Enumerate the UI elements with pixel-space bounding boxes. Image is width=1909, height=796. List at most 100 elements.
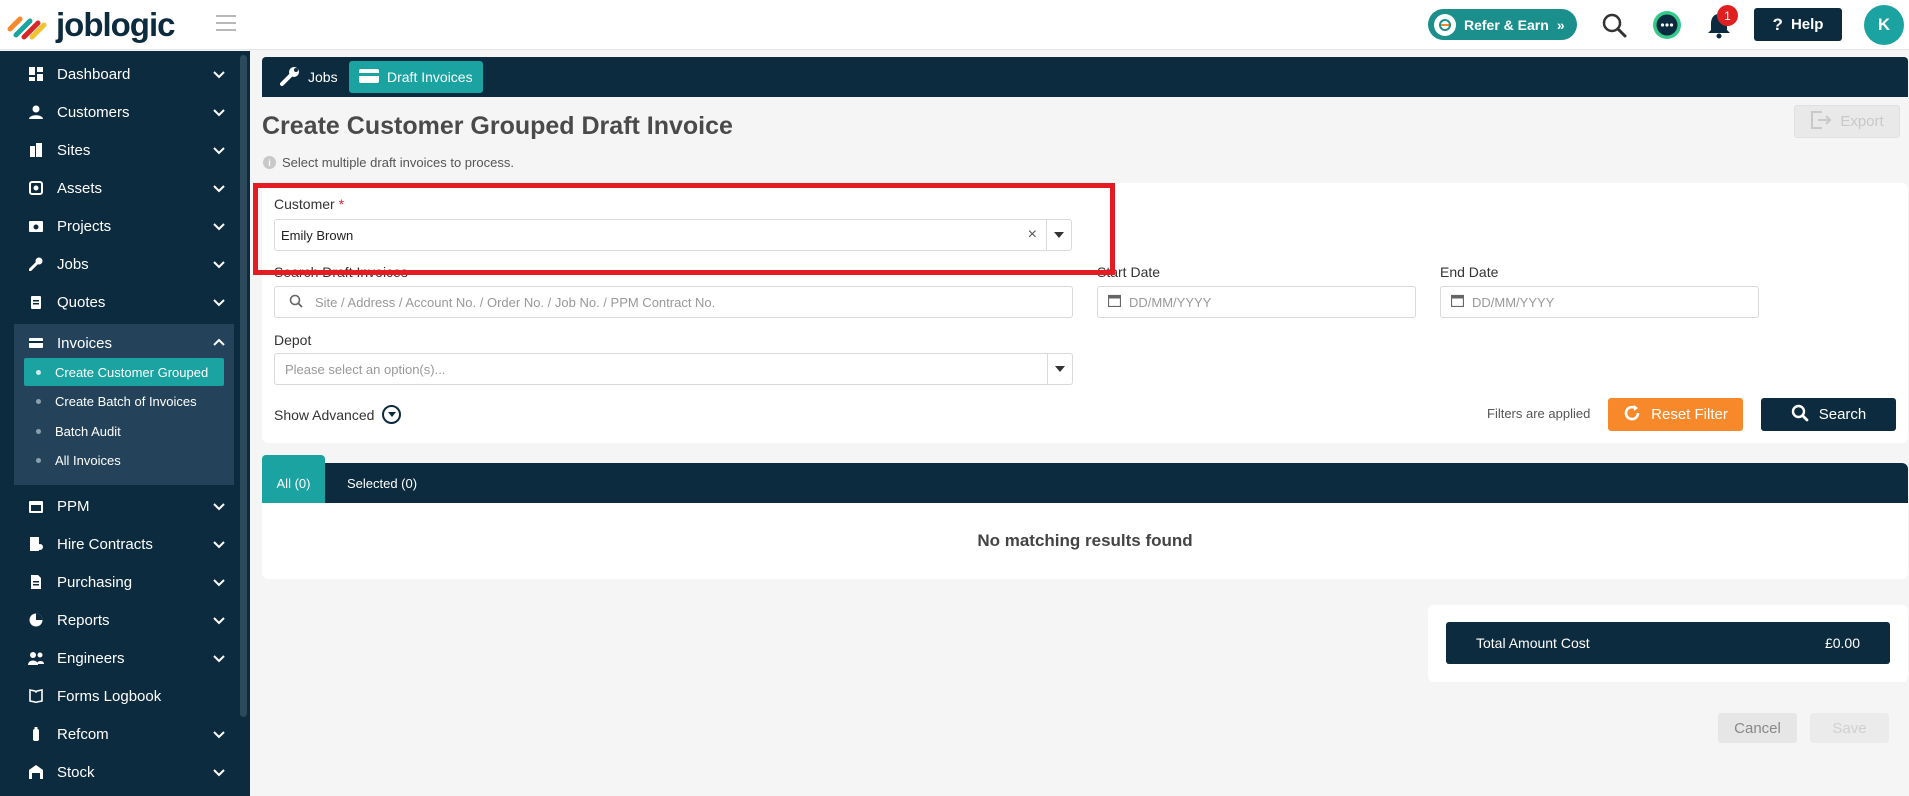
chevron-down-icon[interactable] (1047, 354, 1072, 384)
sidebar-item-stock[interactable]: Stock (0, 753, 235, 791)
brand-name: joblogic (56, 6, 175, 43)
export-label: Export (1840, 113, 1884, 130)
wrench-icon (280, 66, 300, 89)
calendar-icon (28, 498, 44, 514)
total-amount-bar: Total Amount Cost £0.00 (1446, 622, 1890, 664)
bullet-icon (36, 457, 41, 463)
sidebar-item-hire-contracts[interactable]: Hire Contracts (0, 525, 235, 563)
sidebar-item-ppm[interactable]: PPM (0, 487, 235, 525)
export-button[interactable]: Export (1794, 105, 1900, 138)
end-date-input[interactable]: DD/MM/YYYY (1440, 286, 1759, 318)
chevron-down-icon (213, 731, 225, 739)
top-bar: joblogic Refer & Earn » 1 ? Help K (0, 0, 1909, 50)
sidebar-item-label: PPM (57, 497, 90, 515)
bullet-icon (36, 428, 41, 434)
sidebar-item-refcom[interactable]: Refcom (0, 715, 235, 753)
search-button[interactable]: Search (1761, 398, 1896, 431)
sidebar-item-forms-logbook[interactable]: Forms Logbook (0, 677, 235, 715)
chat-icon[interactable] (1650, 8, 1684, 42)
chevron-down-icon (213, 147, 225, 155)
subitem-label: Create Customer Grouped (55, 364, 209, 380)
chevron-up-icon (213, 338, 225, 346)
reset-filter-button[interactable]: Reset Filter (1608, 398, 1743, 431)
asset-icon (28, 180, 44, 196)
menu-toggle-icon[interactable] (216, 15, 236, 31)
card-icon (28, 335, 44, 351)
save-button[interactable]: Save (1810, 713, 1889, 743)
brand-logo[interactable]: joblogic (6, 6, 175, 44)
show-advanced-label: Show Advanced (274, 406, 375, 423)
subitem-all-invoices[interactable]: All Invoices (24, 446, 224, 474)
chevron-down-icon (213, 655, 225, 663)
people-icon (28, 650, 44, 666)
chevron-down-icon (213, 541, 225, 549)
subitem-label: Create Batch of Invoices (55, 393, 197, 409)
info-icon: i (263, 156, 276, 169)
sidebar-item-label: Customers (57, 103, 130, 121)
bullet-icon (36, 369, 41, 375)
chevron-down-icon (213, 71, 225, 79)
sidebar-item-engineers[interactable]: Engineers (0, 639, 235, 677)
hire-icon (28, 536, 44, 552)
sidebar-item-label: Engineers (57, 649, 125, 667)
subitem-create-batch[interactable]: Create Batch of Invoices (24, 387, 224, 415)
chevron-down-icon (213, 769, 225, 777)
search-icon (1791, 404, 1809, 426)
refer-earn-label: Refer & Earn (1464, 16, 1549, 33)
sidebar-item-projects[interactable]: Projects (0, 207, 235, 245)
sidebar-item-label: Projects (57, 217, 112, 235)
refresh-icon (1623, 404, 1641, 426)
sidebar-item-quotes[interactable]: Quotes (0, 283, 235, 321)
wrench-icon (28, 256, 44, 272)
sidebar-item-sites[interactable]: Sites (0, 131, 235, 169)
pie-chart-icon (28, 612, 44, 628)
avatar[interactable]: K (1864, 5, 1904, 45)
chevron-down-icon (213, 299, 225, 307)
bullet-icon (36, 398, 41, 404)
tab-draft-invoices[interactable]: Draft Invoices (349, 61, 483, 93)
tab-jobs[interactable]: Jobs (270, 61, 348, 93)
cancel-button[interactable]: Cancel (1718, 713, 1797, 743)
sidebar-item-purchasing[interactable]: Purchasing (0, 563, 235, 601)
sidebar-item-label: Forms Logbook (57, 687, 162, 705)
tab-selected[interactable]: Selected (0) (338, 463, 426, 503)
help-button[interactable]: ? Help (1754, 8, 1842, 41)
card-icon (359, 68, 379, 87)
sidebar-item-reports[interactable]: Reports (0, 601, 235, 639)
refer-earn-button[interactable]: Refer & Earn » (1428, 9, 1577, 40)
total-value: £0.00 (1824, 635, 1860, 651)
chevron-down-icon (213, 261, 225, 269)
notification-badge: 1 (1717, 5, 1738, 26)
page-hint: i Select multiple draft invoices to proc… (263, 155, 514, 170)
reset-filter-label: Reset Filter (1651, 406, 1728, 423)
search-button-label: Search (1818, 406, 1867, 423)
search-icon[interactable] (1597, 8, 1631, 42)
search-placeholder: Site / Address / Account No. / Order No.… (315, 294, 716, 310)
end-date-label: End Date (1440, 264, 1499, 280)
sidebar-item-jobs[interactable]: Jobs (0, 245, 235, 283)
double-chevron-right-icon: » (1556, 16, 1565, 33)
search-invoices-input[interactable]: Site / Address / Account No. / Order No.… (274, 286, 1073, 318)
depot-select[interactable]: Please select an option(s)... (274, 353, 1073, 385)
sidebar-item-customers[interactable]: Customers (0, 93, 235, 131)
sidebar-item-invoices[interactable]: Invoices (0, 324, 235, 362)
depot-placeholder: Please select an option(s)... (285, 361, 446, 377)
depot-label: Depot (274, 332, 312, 348)
question-icon: ? (1772, 14, 1783, 34)
empty-results-text: No matching results found (977, 531, 1193, 550)
sidebar-item-assets[interactable]: Assets (0, 169, 235, 207)
page-title: Create Customer Grouped Draft Invoice (262, 112, 733, 140)
sidebar-item-dashboard[interactable]: Dashboard (0, 55, 235, 93)
chevron-down-icon (213, 185, 225, 193)
document-icon (28, 574, 44, 590)
subitem-create-customer-grouped[interactable]: Create Customer Grouped (24, 358, 224, 386)
dashboard-icon (28, 66, 44, 82)
show-advanced-toggle[interactable]: Show Advanced (274, 405, 402, 424)
chevron-circle-down-icon (382, 405, 402, 424)
tab-all[interactable]: All (0) (262, 455, 325, 503)
sidebar-item-label: Jobs (57, 255, 89, 273)
subitem-batch-audit[interactable]: Batch Audit (24, 417, 224, 445)
sidebar-scrollbar[interactable] (240, 55, 247, 717)
start-date-input[interactable]: DD/MM/YYYY (1097, 286, 1416, 318)
sidebar-item-label: Purchasing (57, 573, 133, 591)
